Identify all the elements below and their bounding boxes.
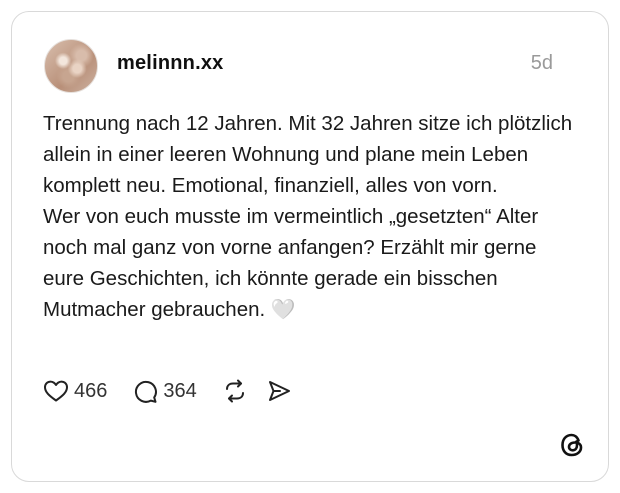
repost-button[interactable] bbox=[222, 379, 248, 403]
post-text: Trennung nach 12 Jahren. Mit 32 Jahren s… bbox=[43, 108, 583, 326]
share-button[interactable] bbox=[266, 379, 292, 403]
comment-count: 364 bbox=[163, 379, 197, 402]
post-paragraph: Wer von euch musste im vermeintlich „ges… bbox=[43, 201, 583, 326]
post-card: melinnn.xx 5d Trennung nach 12 Jahren. M… bbox=[11, 11, 609, 482]
white-heart-emoji: 🤍 bbox=[270, 299, 296, 321]
avatar[interactable] bbox=[44, 39, 98, 93]
post-time: 5d bbox=[530, 52, 553, 74]
share-send-icon bbox=[266, 379, 292, 403]
comment-bubble-icon bbox=[133, 379, 158, 404]
heart-icon bbox=[43, 379, 69, 403]
repost-icon bbox=[222, 379, 248, 403]
comment-button[interactable]: 364 bbox=[133, 379, 197, 404]
like-button[interactable]: 466 bbox=[43, 379, 107, 403]
username[interactable]: melinnn.xx bbox=[117, 52, 223, 75]
like-count: 466 bbox=[74, 379, 108, 402]
threads-logo-icon bbox=[559, 432, 585, 458]
post-paragraph: Trennung nach 12 Jahren. Mit 32 Jahren s… bbox=[43, 112, 573, 197]
action-bar: 466 364 bbox=[43, 376, 292, 406]
